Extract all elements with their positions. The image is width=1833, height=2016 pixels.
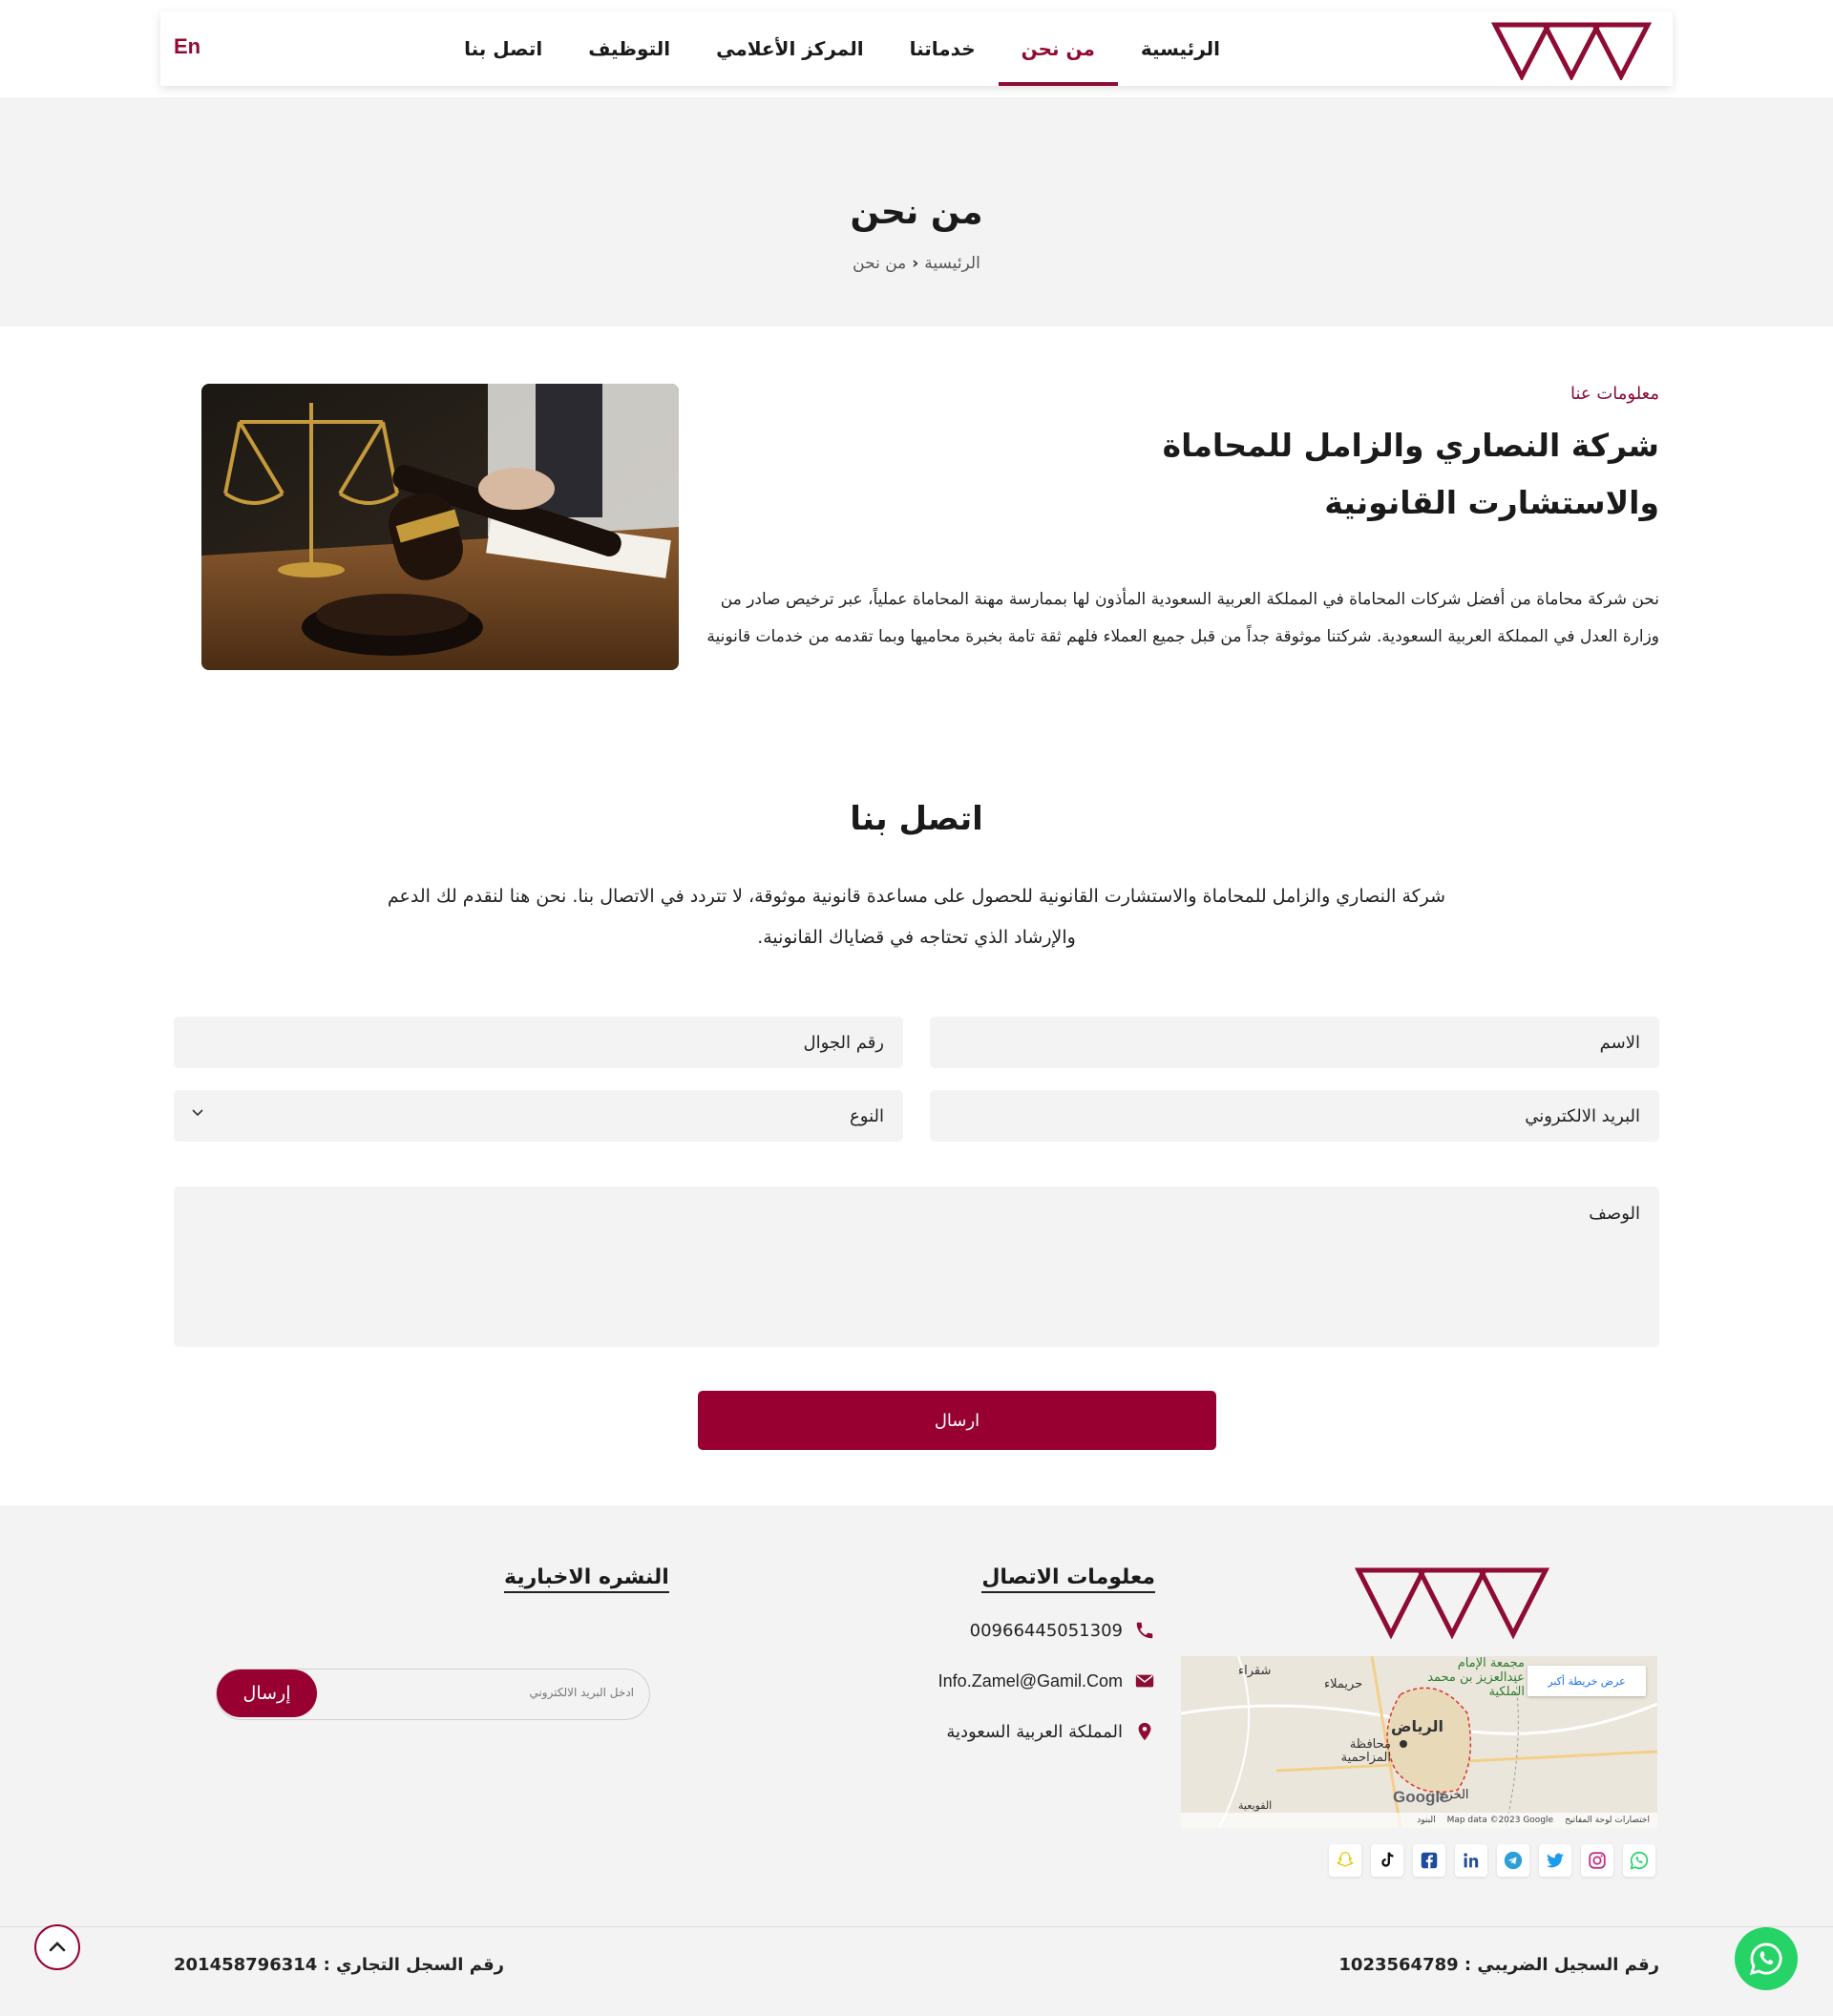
contact-phone[interactable]: 00966445051309 [970, 1620, 1155, 1641]
map-label: شقراء [1238, 1664, 1272, 1678]
email-field[interactable]: البريد الالكتروني [930, 1090, 1659, 1142]
about-section: معلومات عنا شركة النصاري والزامل للمحاما… [0, 326, 1833, 727]
whatsapp-icon [1630, 1851, 1649, 1870]
nav-item-0[interactable]: الرئيسية [1118, 11, 1243, 86]
location-text: المملكة العربية السعودية [946, 1721, 1123, 1742]
location-pin-icon [1138, 1722, 1151, 1741]
phone-icon [1136, 1622, 1153, 1639]
newsletter-form: ادخل البريد الالكتروني إرسال [216, 1669, 650, 1720]
gavel-image [201, 384, 679, 670]
tiktok-icon [1381, 1852, 1394, 1867]
newsletter-email-input[interactable]: ادخل البريد الالكتروني [529, 1686, 634, 1699]
contact-info-title: معلومات الاتصال [981, 1565, 1155, 1593]
newsletter-submit-button[interactable]: إرسال [217, 1670, 317, 1717]
linkedin-link[interactable] [1455, 1844, 1487, 1877]
nav-item-3[interactable]: المركز الأعلامي [693, 11, 886, 86]
page: الرئيسية من نحن خدماتنا المركز الأعلامي التو… [0, 0, 1833, 2016]
main-menu: الرئيسية من نحن خدماتنا المركز الأعلامي التو… [441, 11, 1243, 86]
nav-item-2[interactable]: خدماتنا [887, 11, 999, 86]
newsletter-title: النشره الاخبارية [504, 1565, 669, 1593]
nav-item-5[interactable]: اتصل بنا [441, 11, 565, 86]
whatsapp-float-button[interactable] [1735, 1927, 1798, 1990]
submit-button[interactable]: ارسال [698, 1391, 1216, 1450]
breadcrumb: الرئيسية ‹ من نحن [0, 254, 1833, 273]
chevron-down-icon [192, 1109, 203, 1117]
navbar: الرئيسية من نحن خدماتنا المركز الأعلامي التو… [160, 11, 1673, 86]
map-terms[interactable]: البنود [1417, 1816, 1435, 1825]
facebook-link[interactable] [1413, 1844, 1445, 1877]
phone-number: 00966445051309 [969, 1620, 1123, 1641]
envelope-icon [1135, 1674, 1154, 1688]
map-attribution: Map data ©2023 Google [1446, 1816, 1554, 1825]
tax-number: رقم السجيل الضريبي : 1023564789 [1338, 1955, 1659, 1975]
google-map[interactable]: عرض خريطة أكبر الرياض شقراء حريملاء محاف… [1181, 1656, 1657, 1828]
breadcrumb-home[interactable]: الرئيسية [924, 254, 980, 273]
about-title: شركة النصاري والزامل للمحاماة والاستشارت… [1162, 427, 1659, 521]
twitter-link[interactable] [1539, 1844, 1571, 1877]
about-text: معلومات عنا شركة النصاري والزامل للمحاما… [705, 384, 1659, 656]
instagram-icon [1589, 1852, 1606, 1869]
footer-divider [0, 1926, 1833, 1927]
snapchat-icon [1337, 1852, 1354, 1867]
chevron-up-icon [49, 1942, 66, 1952]
page-banner: من نحن الرئيسية ‹ من نحن [0, 97, 1833, 326]
contact-email[interactable]: Info.Zamel@Gamil.Com [938, 1670, 1155, 1691]
map-label: حريملاء [1324, 1677, 1363, 1691]
map-footer: اختصارات لوحة المفاتيح Map data ©2023 Go… [1181, 1813, 1657, 1828]
description-textarea[interactable]: الوصف [174, 1186, 1659, 1347]
whatsapp-icon [1749, 1942, 1782, 1976]
chevron-left-icon: ‹ [912, 254, 919, 273]
map-label-city: الرياض [1391, 1717, 1443, 1735]
map-label: القويعية [1238, 1799, 1273, 1812]
snapchat-link[interactable] [1329, 1844, 1361, 1877]
type-select[interactable]: النوع [174, 1090, 903, 1142]
map-shortcuts[interactable]: اختصارات لوحة المفاتيح [1565, 1816, 1650, 1825]
site-logo[interactable] [1490, 21, 1653, 82]
map-label: محافظة المزاحمية [1340, 1737, 1391, 1765]
nav-item-4[interactable]: التوظيف [565, 11, 693, 86]
contact-description: شركة النصاري والزامل للمحاماة والاستشارت… [387, 886, 1446, 948]
breadcrumb-current: من نحن [853, 254, 907, 273]
tiktok-link[interactable] [1371, 1844, 1403, 1877]
twitter-icon [1546, 1853, 1565, 1868]
scroll-to-top-button[interactable] [34, 1924, 80, 1970]
contact-location: المملكة العربية السعودية [946, 1721, 1155, 1742]
email-address: Info.Zamel@Gamil.Com [938, 1670, 1123, 1690]
top-bar: الرئيسية من نحن خدماتنا المركز الأعلامي التو… [0, 0, 1833, 97]
linkedin-icon [1464, 1853, 1479, 1868]
page-title: من نحن [850, 193, 983, 232]
footer-logo [1354, 1565, 1550, 1640]
contact-title: اتصل بنا [850, 800, 983, 838]
language-switch[interactable]: En [174, 34, 200, 59]
whatsapp-link[interactable] [1623, 1844, 1655, 1877]
footer: عرض خريطة أكبر الرياض شقراء حريملاء محاف… [0, 1505, 1833, 2016]
map-label: مجمعة الإمام عبدالعزيز بن محمد الملكية [1427, 1656, 1525, 1699]
view-larger-map-link[interactable]: عرض خريطة أكبر [1528, 1666, 1646, 1696]
name-field[interactable]: الاسم [930, 1017, 1659, 1068]
nav-item-1[interactable]: من نحن [998, 11, 1119, 86]
telegram-link[interactable] [1497, 1844, 1529, 1877]
social-links [1329, 1844, 1655, 1877]
commercial-register: رقم السجل التجاري : 201458796314 [174, 1955, 504, 1975]
about-paragraph: نحن شركة محاماة من أفضل شركات المحاماة ف… [706, 590, 1659, 646]
about-kicker: معلومات عنا [1570, 384, 1659, 404]
type-select-label: النوع [850, 1105, 884, 1126]
telegram-icon [1504, 1851, 1523, 1870]
google-logo: Google [1393, 1788, 1449, 1806]
phone-field[interactable]: رقم الجوال [174, 1017, 903, 1068]
instagram-link[interactable] [1581, 1844, 1613, 1877]
facebook-icon [1421, 1852, 1438, 1869]
